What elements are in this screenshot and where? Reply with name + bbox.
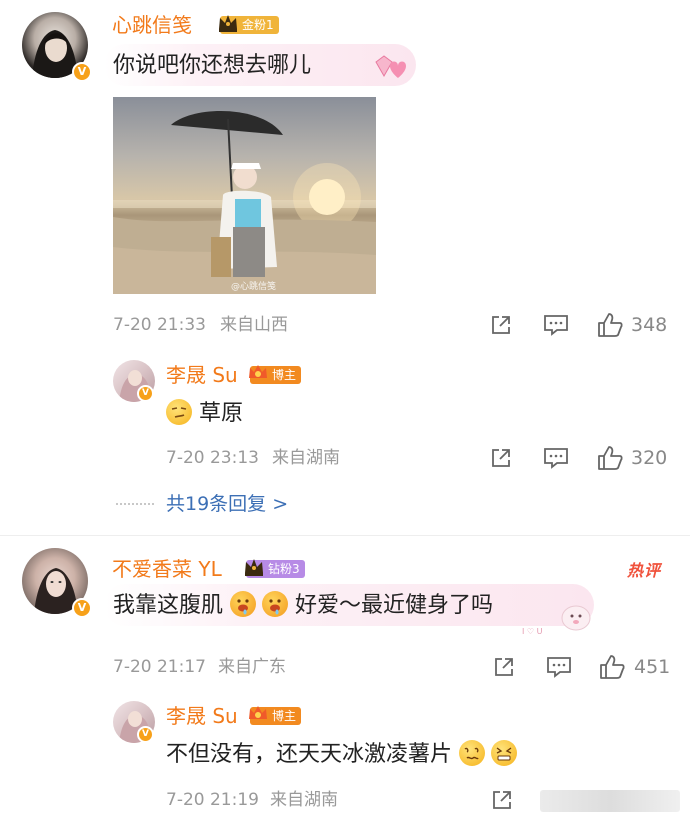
reply-time: 7-20 23:13 xyxy=(166,448,259,468)
blogger-badge: 博主 xyxy=(249,706,302,725)
share-icon[interactable] xyxy=(490,788,514,812)
crown-icon xyxy=(249,365,267,378)
comment-text-part: 我靠这腹肌 xyxy=(113,593,224,618)
dotted-line xyxy=(116,503,154,505)
comment-time: 7-20 21:33 xyxy=(113,315,206,335)
like-icon[interactable] xyxy=(596,444,624,472)
comment-text: 我靠这腹肌 好爱～最近健身了吗 xyxy=(113,591,493,621)
like-count: 451 xyxy=(634,656,671,678)
like-icon[interactable] xyxy=(598,653,626,681)
svg-text:I ♡ U: I ♡ U xyxy=(522,627,543,636)
fan-badge: 钻粉3 xyxy=(245,559,305,578)
comment-image[interactable]: @心跳信笺 xyxy=(113,97,376,294)
fan-badge: 金粉1 xyxy=(219,15,279,34)
crown-icon xyxy=(245,559,263,576)
more-replies-link[interactable]: 共19条回复 > xyxy=(166,492,288,516)
like-count: 320 xyxy=(631,447,668,469)
username[interactable]: 心跳信笺 xyxy=(112,13,192,37)
comment-location: 来自山西 xyxy=(220,315,288,335)
image-watermark: @心跳信笺 xyxy=(231,282,277,292)
verified-v-icon: V xyxy=(72,598,92,618)
reply-text-content: 不但没有，还天天冰激凌薯片 xyxy=(166,742,453,767)
username[interactable]: 李晟 Su xyxy=(166,704,238,728)
comment-location: 来自广东 xyxy=(218,657,286,677)
like-count: 348 xyxy=(631,314,668,336)
comment-text-part: 好爱～最近健身了吗 xyxy=(295,593,494,618)
reply-text: 草原 xyxy=(166,399,243,429)
reply-time: 7-20 21:19 xyxy=(166,790,259,810)
comment-time: 7-20 21:17 xyxy=(113,657,206,677)
fan-badge-label: 金粉1 xyxy=(242,18,274,32)
comment-icon[interactable] xyxy=(543,446,569,470)
reply-text: 不但没有，还天天冰激凌薯片 xyxy=(166,740,518,770)
reply-text-content: 草原 xyxy=(199,401,244,426)
share-icon[interactable] xyxy=(492,655,516,679)
comment-icon[interactable] xyxy=(546,655,572,679)
fan-badge-label: 钻粉3 xyxy=(268,562,300,576)
heart-gem-icon xyxy=(375,55,406,78)
verified-v-icon: V xyxy=(72,62,92,82)
share-icon[interactable] xyxy=(489,313,513,337)
zipper-mouth-emoji-icon xyxy=(491,740,518,766)
drool-emoji-icon xyxy=(230,591,257,617)
verified-v-icon: V xyxy=(137,726,154,743)
blogger-badge: 博主 xyxy=(249,365,302,384)
like-icon[interactable] xyxy=(596,311,624,339)
sticker-icon: I ♡ U xyxy=(522,605,591,636)
reply-location: 来自湖南 xyxy=(270,790,338,810)
share-icon[interactable] xyxy=(489,446,513,470)
username[interactable]: 李晟 Su xyxy=(166,363,238,387)
comment-text: 你说吧你还想去哪儿 xyxy=(113,53,312,78)
watermark-bar xyxy=(540,790,680,812)
verified-v-icon: V xyxy=(137,385,154,402)
crown-icon xyxy=(249,706,267,719)
username[interactable]: 不爱香菜 YL xyxy=(112,557,222,581)
blogger-badge-label: 博主 xyxy=(272,368,297,382)
dizzy-emoji-icon xyxy=(459,740,486,766)
divider xyxy=(0,535,690,536)
drool-emoji-icon xyxy=(262,591,289,617)
crown-icon xyxy=(219,15,237,32)
reply-location: 来自湖南 xyxy=(272,448,340,468)
blogger-badge-label: 博主 xyxy=(272,709,297,723)
comment-icon[interactable] xyxy=(543,313,569,337)
hot-comment-label: 热评 xyxy=(627,561,662,580)
smirk-emoji-icon xyxy=(166,399,192,425)
